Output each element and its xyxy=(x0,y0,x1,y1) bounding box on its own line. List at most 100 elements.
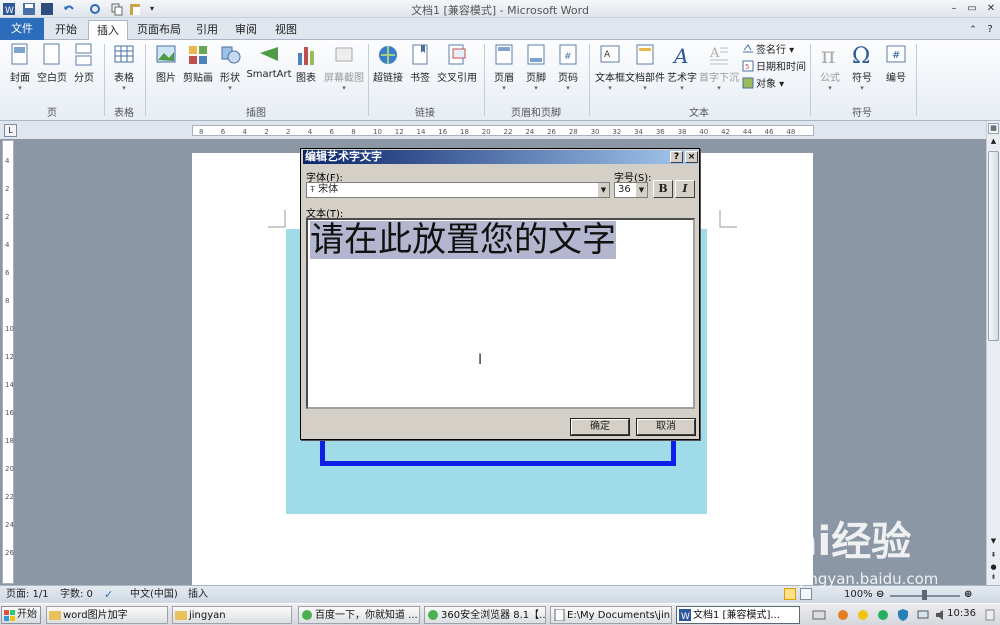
svg-text:A: A xyxy=(604,50,611,60)
object-button[interactable]: 对象 ▾ xyxy=(742,77,784,93)
dialog-close-button[interactable]: × xyxy=(685,151,698,163)
ruler-tick-label: 34 xyxy=(634,128,643,135)
word-count[interactable]: 字数: 0 xyxy=(60,588,93,602)
font-size-value: 36 xyxy=(618,184,631,195)
tray-shield-icon[interactable] xyxy=(896,608,910,622)
page-number-button[interactable]: # 页码 ▾ xyxy=(548,43,588,92)
taskbar-item[interactable]: 360安全浏览器 8.1【... xyxy=(424,606,546,624)
help-icon[interactable]: ? xyxy=(983,20,997,40)
tray-app-icon[interactable] xyxy=(856,608,870,622)
horizontal-ruler[interactable]: 8 6 4 2 2 4 6 8 10 12 14 16 18 20 22 24 26 28 30 32 34 36 38 40… xyxy=(192,125,814,136)
start-label: 开始 xyxy=(17,609,37,620)
ruler-tick-label: 4 xyxy=(243,128,248,135)
restore-button[interactable]: ▭ xyxy=(964,1,980,16)
ruler-view-icon[interactable]: ▦ xyxy=(988,123,999,134)
keyboard-icon[interactable] xyxy=(812,608,826,622)
taskbar-item[interactable]: word图片加字 xyxy=(46,606,168,624)
scrollbar-thumb[interactable] xyxy=(988,151,999,341)
tray-app-icon[interactable] xyxy=(836,608,850,622)
show-desktop-icon[interactable] xyxy=(984,608,996,622)
margin-corner-mark xyxy=(268,210,286,228)
taskbar-item[interactable]: 百度一下，你就知道 ... xyxy=(298,606,420,624)
tab-review[interactable]: 审阅 xyxy=(228,20,264,40)
object-icon xyxy=(742,77,754,89)
chart-button[interactable]: 图表 xyxy=(288,43,324,84)
header-label: 页眉 xyxy=(494,73,514,84)
vertical-ruler[interactable]: 4 2 2 4 6 8 10 12 14 16 18 20 22 24 26 xyxy=(2,140,14,584)
smartart-button[interactable]: SmartArt xyxy=(246,43,292,80)
font-select[interactable]: Ŧ 宋体 ▼ xyxy=(306,182,610,198)
page-count[interactable]: 页面: 1/1 xyxy=(6,588,49,602)
dropcap-button[interactable]: A 首字下沉 ▾ xyxy=(698,43,740,92)
start-button[interactable]: 开始 xyxy=(1,606,41,624)
quickparts-button[interactable]: 文档部件 ▾ xyxy=(624,43,666,92)
svg-text:A: A xyxy=(709,46,720,61)
taskbar-item-label: 文档1 [兼容模式]... xyxy=(693,610,780,621)
volume-icon[interactable] xyxy=(934,608,948,622)
cancel-button[interactable]: 取消 xyxy=(636,418,696,436)
tray-security-icon[interactable] xyxy=(876,608,890,622)
tab-insert[interactable]: 插入 xyxy=(88,20,128,40)
taskbar-item-active[interactable]: W 文档1 [兼容模式]... xyxy=(676,606,800,624)
symbol-label: 符号 xyxy=(852,73,872,84)
insert-mode-status[interactable]: 插入 xyxy=(188,588,208,602)
previous-page-button[interactable]: ⇞ xyxy=(988,551,999,561)
number-button[interactable]: # 编号 xyxy=(876,43,916,84)
clock[interactable]: 10:36 xyxy=(947,608,976,619)
blank-page-label: 空白页 xyxy=(37,73,67,84)
next-page-button[interactable]: ⇟ xyxy=(988,573,999,583)
tab-view[interactable]: 视图 xyxy=(268,20,304,40)
chevron-down-icon[interactable]: ▼ xyxy=(597,183,609,197)
language-status[interactable]: 中文(中国) xyxy=(130,588,178,602)
screenshot-button[interactable]: 屏幕截图 ▾ xyxy=(322,43,366,92)
textbox-icon: A xyxy=(600,45,620,63)
dialog-help-button[interactable]: ? xyxy=(670,151,683,163)
tab-page-layout[interactable]: 页面布局 xyxy=(132,20,186,40)
taskbar-item[interactable]: E:\My Documents\jin... xyxy=(550,606,672,624)
ok-button[interactable]: 确定 xyxy=(570,418,630,436)
ruler-toggle-button[interactable]: L xyxy=(4,124,17,137)
folder-icon xyxy=(49,611,61,620)
scroll-down-button[interactable]: ▼ xyxy=(988,537,999,547)
taskbar-item[interactable]: jingyan xyxy=(172,606,292,624)
network-icon[interactable] xyxy=(916,608,930,622)
wordart-button[interactable]: A 艺术字 ▾ xyxy=(664,43,700,92)
picture-icon xyxy=(156,45,176,63)
signature-line-button[interactable]: 签名行 ▾ xyxy=(742,43,794,59)
page-break-button[interactable]: 分页 xyxy=(64,43,104,84)
ribbon-separator xyxy=(916,44,917,116)
baidu-jingyan-watermark: Bai经验 jingyan.baidu.com xyxy=(760,520,975,600)
svg-text:W: W xyxy=(681,612,690,621)
bold-button[interactable]: B xyxy=(653,180,673,198)
close-window-button[interactable]: ✕ xyxy=(983,1,999,16)
scroll-up-button[interactable]: ▲ xyxy=(988,137,999,147)
minimize-ribbon-icon[interactable]: ⌃ xyxy=(966,20,980,40)
bookmark-icon xyxy=(412,44,428,65)
tab-references[interactable]: 引用 xyxy=(190,20,224,40)
smartart-label: SmartArt xyxy=(246,69,292,80)
ruler-row: 8 6 4 2 2 4 6 8 10 12 14 16 18 20 22 24 26 28 30 32 34 36 38 40… xyxy=(0,121,1000,139)
dialog-title: 编辑艺术字文字 xyxy=(305,150,382,163)
tab-home[interactable]: 开始 xyxy=(48,20,84,40)
shapes-button[interactable]: 形状 ▾ xyxy=(210,43,250,92)
italic-button[interactable]: I xyxy=(675,180,695,198)
proofing-icon[interactable]: ✓ xyxy=(104,588,113,602)
dropcap-icon: A xyxy=(709,46,728,65)
tab-file[interactable]: 文件 xyxy=(0,18,44,40)
svg-text:π: π xyxy=(821,44,835,67)
ruler-tick-label: 12 xyxy=(5,353,14,361)
crossref-button[interactable]: 交叉引用 xyxy=(434,43,480,84)
chevron-down-icon[interactable]: ▼ xyxy=(635,183,647,197)
calendar-icon: 5 xyxy=(742,60,754,72)
dialog-title-bar[interactable]: 编辑艺术字文字 xyxy=(303,150,697,164)
vertical-scrollbar[interactable]: ▦ ▲ ▼ ⇞ ● ⇟ xyxy=(986,121,1000,585)
minimize-button[interactable]: – xyxy=(946,1,962,16)
wordart-text-input[interactable]: 请在此放置您的文字 I xyxy=(306,218,695,409)
table-button[interactable]: 表格 ▾ xyxy=(104,43,144,92)
select-browse-object-button[interactable]: ● xyxy=(988,563,999,573)
datetime-button[interactable]: 5 日期和时间 xyxy=(742,60,806,76)
font-size-select[interactable]: 36 ▼ xyxy=(614,182,648,198)
ruler-tick-label: 38 xyxy=(678,128,687,135)
ruler-tick-label: 8 xyxy=(199,128,203,135)
table-icon xyxy=(114,45,134,63)
